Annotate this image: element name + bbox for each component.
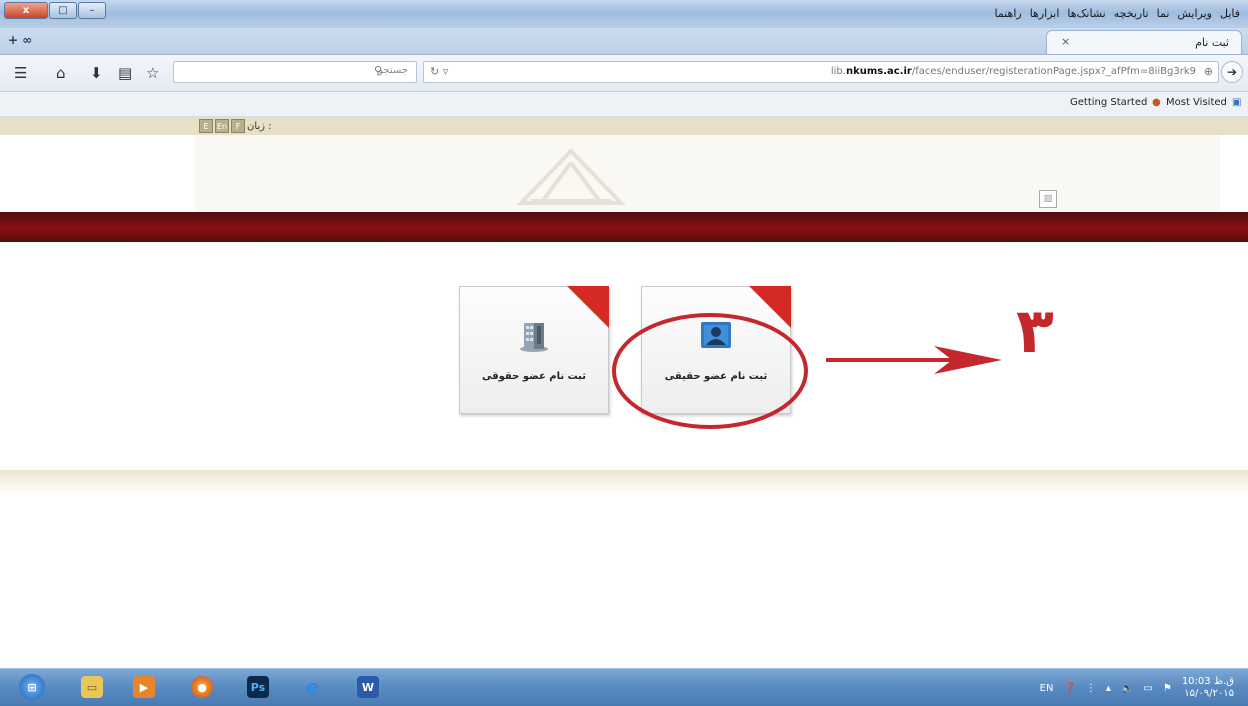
volume-icon[interactable]: 🔈	[1121, 683, 1133, 694]
navigation-toolbar: ☰ ⌂ ⬇ ▤ ☆ جستجو ⚲ ↻ ▿ lib.nkums.ac.ir/fa…	[0, 55, 1248, 92]
firefox-icon: ●	[191, 676, 213, 698]
tab-registration[interactable]: ثبت نام ×	[1046, 30, 1242, 54]
media-player-icon: ▶	[133, 676, 155, 698]
windows-taskbar: ⊞ ▭ ▶ ● Ps e W EN ❓ ⋮ ▴ 🔈 ▭ ⚑ 10:03 ق.ظ …	[0, 668, 1248, 706]
download-icon[interactable]: ⬇	[90, 64, 103, 82]
clock[interactable]: 10:03 ق.ظ ۱۵/۰۹/۲۰۱۵	[1182, 676, 1234, 700]
menu-help[interactable]: راهنما	[995, 7, 1022, 20]
clock-date: ۱۵/۰۹/۲۰۱۵	[1184, 688, 1234, 699]
display-icon[interactable]: ▭	[1143, 683, 1152, 694]
folder-icon: ▭	[81, 676, 103, 698]
header-red-band	[0, 212, 1248, 242]
taskbar-media-player[interactable]: ▶	[122, 672, 166, 702]
tab-title: ثبت نام	[1195, 36, 1229, 49]
word-icon: W	[357, 676, 379, 698]
language-label: زبان :	[247, 120, 272, 132]
close-tab-icon[interactable]: ×	[1061, 35, 1070, 48]
bookmark-folder-icon: ▣	[1232, 97, 1242, 108]
search-placeholder: جستجو	[378, 65, 408, 76]
address-bar[interactable]: ↻ ▿ lib.nkums.ac.ir/faces/enduser/regist…	[423, 61, 1219, 83]
taskbar-explorer[interactable]: ▭	[70, 672, 114, 702]
home-icon[interactable]: ⌂	[56, 64, 66, 82]
building-icon	[520, 323, 548, 352]
clock-time: 10:03 ق.ظ	[1181, 676, 1234, 687]
corner-ribbon	[567, 286, 609, 328]
photoshop-icon: Ps	[247, 676, 269, 698]
menu-bookmarks[interactable]: نشانک‌ها	[1067, 7, 1105, 20]
menu-edit[interactable]: ویرایش	[1177, 7, 1212, 20]
site-banner: ▨	[195, 135, 1220, 211]
bookmark-getting-started[interactable]: Getting Started	[1070, 97, 1147, 108]
hamburger-menu-icon[interactable]: ☰	[14, 64, 27, 82]
step-number-annotation: ۳	[1016, 294, 1054, 367]
network-icon[interactable]: ⋮	[1086, 683, 1096, 694]
highlight-circle-annotation	[612, 313, 808, 429]
bookmark-most-visited[interactable]: Most Visited	[1166, 97, 1227, 108]
menu-tools[interactable]: ابزارها	[1030, 7, 1060, 20]
language-switcher: E En F زبان :	[199, 119, 272, 133]
maximize-window-button[interactable]: □	[49, 2, 77, 19]
window-titlebar: x □ – فایل ویرایش نما تاریخچه نشانک‌ها ا…	[0, 0, 1248, 28]
start-button[interactable]: ⊞	[10, 672, 54, 702]
menu-bar: فایل ویرایش نما تاریخچه نشانک‌ها ابزارها…	[995, 7, 1241, 20]
clipboard-icon[interactable]: ▤	[118, 64, 132, 82]
site-identity-icon[interactable]: ⊕	[1204, 65, 1213, 78]
annotation-arrow-icon	[826, 346, 1002, 374]
menu-file[interactable]: فایل	[1220, 7, 1240, 20]
menu-history[interactable]: تاریخچه	[1114, 7, 1149, 20]
taskbar-word[interactable]: W	[346, 672, 390, 702]
new-tab-button[interactable]: + ∞	[8, 33, 32, 47]
legal-member-registration-tile[interactable]: ثبت نام عضو حقوقی	[459, 286, 609, 414]
flag-icon-e[interactable]: E	[199, 119, 213, 133]
flag-icon-f[interactable]: F	[231, 119, 245, 133]
page-footer-band	[0, 470, 1248, 496]
minimize-window-button[interactable]: –	[78, 2, 106, 19]
search-icon: ⚲	[373, 64, 382, 77]
taskbar-firefox[interactable]: ●	[180, 672, 224, 702]
url-text: lib.nkums.ac.ir/faces/enduser/registerat…	[830, 66, 1196, 77]
bookmarks-toolbar: Getting Started ● Most Visited ▣	[0, 92, 1248, 117]
tab-strip: + ∞ ثبت نام ×	[0, 28, 1248, 55]
close-window-button[interactable]: x	[4, 2, 48, 19]
legal-member-label: ثبت نام عضو حقوقی	[482, 371, 586, 382]
firefox-icon: ●	[1152, 97, 1161, 108]
language-bar: E En F زبان :	[0, 117, 1248, 135]
help-icon[interactable]: ❓	[1063, 683, 1075, 694]
search-input[interactable]: جستجو ⚲	[173, 61, 417, 83]
taskbar-photoshop[interactable]: Ps	[236, 672, 280, 702]
tray-arrow-icon[interactable]: ▴	[1106, 683, 1111, 694]
reload-icon[interactable]: ↻ ▿	[430, 65, 448, 78]
flag-icon-en[interactable]: En	[215, 119, 229, 133]
library-logo-watermark	[516, 148, 626, 205]
flag-notification-icon[interactable]: ⚑	[1163, 683, 1172, 694]
taskbar-internet-explorer[interactable]: e	[290, 672, 334, 702]
system-tray: EN ❓ ⋮ ▴ 🔈 ▭ ⚑ 10:03 ق.ظ ۱۵/۰۹/۲۰۱۵	[1040, 675, 1234, 701]
internet-explorer-icon: e	[305, 675, 319, 699]
window-controls: x □ –	[4, 2, 107, 20]
windows-start-orb-icon: ⊞	[19, 674, 45, 700]
go-arrow-button[interactable]: ➔	[1221, 61, 1243, 83]
menu-view[interactable]: نما	[1157, 7, 1170, 20]
input-language-indicator[interactable]: EN	[1040, 683, 1054, 694]
broken-image-icon: ▨	[1039, 190, 1057, 208]
bookmark-star-icon[interactable]: ☆	[146, 64, 159, 82]
